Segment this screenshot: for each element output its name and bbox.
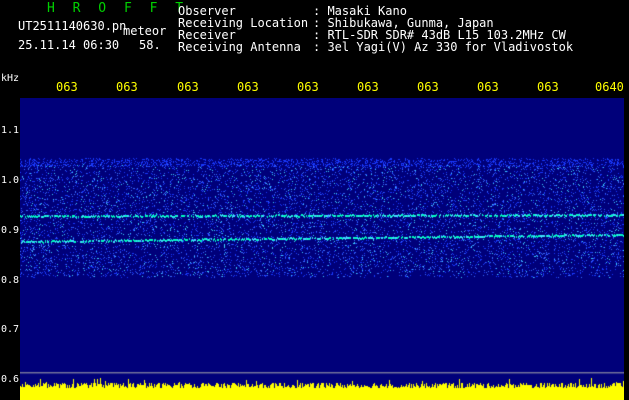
datetime-label: 25.11.14 06:30 bbox=[18, 38, 120, 52]
y-tick-label: 0.7 bbox=[1, 324, 20, 335]
x-tick-label: 063 bbox=[537, 80, 559, 94]
info-key: Receiving Antenna bbox=[178, 40, 301, 54]
y-tick-label: 0.6 bbox=[1, 374, 20, 385]
info-value: : 3el Yagi(V) Az 330 for Vladivostok bbox=[313, 40, 574, 54]
x-tick-label: 0640 bbox=[595, 80, 624, 94]
y-tick-label: 0.9 bbox=[1, 225, 20, 236]
x-tick-label: 063 bbox=[297, 80, 319, 94]
filename-label: UT2511140630.pn bbox=[18, 19, 127, 33]
x-tick-label: 063 bbox=[56, 80, 78, 94]
y-tick-label: 1.1 bbox=[1, 125, 20, 136]
info-row-antenna: Receiving Antenna : 3el Yagi(V) Az 330 fo… bbox=[178, 41, 573, 53]
x-tick-label: 063 bbox=[177, 80, 199, 94]
x-tick-label: 063 bbox=[357, 80, 379, 94]
x-tick-label: 063 bbox=[116, 80, 138, 94]
x-tick-label: 063 bbox=[237, 80, 259, 94]
x-tick-label: 063 bbox=[417, 80, 439, 94]
y-axis-unit-label: kHz bbox=[1, 73, 20, 84]
y-tick-label: 0.8 bbox=[1, 275, 20, 286]
count-label: 58. bbox=[139, 38, 161, 52]
y-tick-label: 1.0 bbox=[1, 175, 20, 186]
spectrogram-canvas bbox=[20, 98, 624, 400]
mode-label: meteor bbox=[123, 24, 167, 38]
station-title: H R O F F T bbox=[47, 1, 189, 16]
spectrogram-plot bbox=[20, 98, 624, 400]
x-tick-label: 063 bbox=[477, 80, 499, 94]
